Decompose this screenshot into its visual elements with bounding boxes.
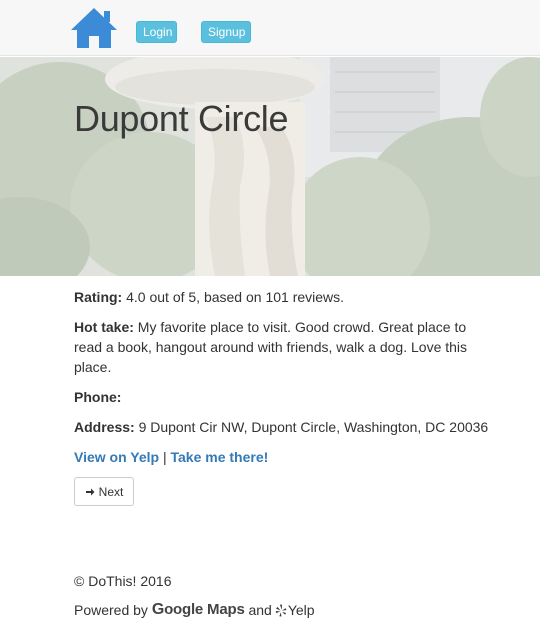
copyright-text: © DoThis! 2016 (74, 573, 172, 589)
login-button[interactable]: Login (136, 21, 177, 43)
google-maps-logo: Google Maps (151, 601, 245, 618)
take-me-there-link[interactable]: Take me there! (171, 449, 269, 465)
rating-value: 4.0 out of 5, based on 101 reviews. (126, 289, 345, 305)
next-button-label: Next (98, 484, 124, 499)
address-label: Address: (74, 419, 135, 435)
address-value: 9 Dupont Cir NW, Dupont Circle, Washingt… (138, 419, 489, 435)
powered-by: Powered by Google Maps and Yelp (74, 601, 315, 619)
powered-by-label: Powered by (74, 602, 148, 618)
yelp-burst-icon (275, 604, 287, 616)
next-button[interactable]: Next (74, 477, 134, 506)
rating-label: Rating: (74, 289, 123, 305)
action-links: View on Yelp | Take me there! (74, 447, 494, 467)
page-title: Dupont Circle (74, 98, 289, 139)
home-icon[interactable] (68, 6, 120, 50)
phone-label: Phone: (74, 389, 122, 405)
and-text: and (248, 602, 272, 618)
view-on-yelp-link[interactable]: View on Yelp (74, 449, 159, 465)
hero-banner: Dupont Circle (0, 57, 540, 276)
phone-row: Phone: (74, 387, 494, 407)
address-row: Address: 9 Dupont Cir NW, Dupont Circle,… (74, 417, 494, 437)
yelp-text: Yelp (287, 602, 315, 618)
hero-background-image (0, 57, 540, 276)
hottake-label: Hot take: (74, 319, 134, 335)
arrow-right-icon (85, 488, 95, 495)
place-details: Rating: 4.0 out of 5, based on 101 revie… (74, 287, 494, 477)
footer: © DoThis! 2016 Powered by Google Maps an… (74, 573, 315, 619)
signup-button[interactable]: Signup (201, 21, 251, 43)
rating-row: Rating: 4.0 out of 5, based on 101 revie… (74, 287, 494, 307)
navbar: Login Signup (0, 0, 540, 56)
link-separator: | (162, 449, 167, 465)
hottake-row: Hot take: My favorite place to visit. Go… (74, 317, 494, 377)
